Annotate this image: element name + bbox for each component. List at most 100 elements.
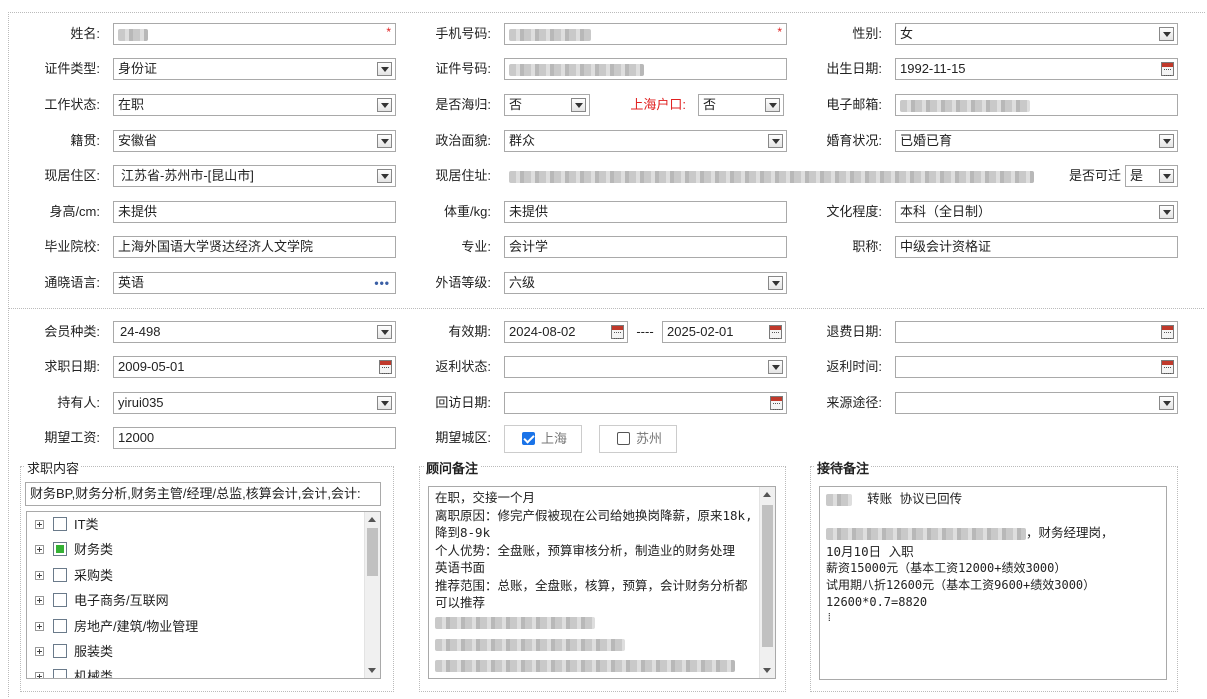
calendar-icon[interactable] [379, 360, 392, 374]
chevron-down-icon[interactable] [768, 276, 783, 290]
email-input[interactable] [895, 94, 1178, 116]
expand-icon[interactable] [35, 596, 44, 606]
holder-select[interactable]: yirui035 [113, 392, 396, 414]
scroll-up-icon[interactable] [763, 492, 771, 497]
tree-item[interactable]: 财务类 [27, 537, 380, 562]
marital-select[interactable]: 已婚已育 [895, 130, 1178, 152]
valid-from-input[interactable]: 2024-08-02 [504, 321, 628, 343]
scroll-thumb[interactable] [762, 505, 773, 647]
tree-item[interactable]: 服装类 [27, 639, 380, 664]
source-select[interactable] [895, 392, 1178, 414]
chevron-down-icon[interactable] [377, 62, 392, 76]
native-select[interactable]: 安徽省 [113, 130, 396, 152]
chevron-down-icon[interactable] [1159, 27, 1174, 41]
member-select[interactable]: 24-498 [113, 321, 396, 343]
calendar-icon[interactable] [611, 325, 624, 339]
chevron-down-icon[interactable] [1159, 396, 1174, 410]
salary-value: 12000 [118, 430, 155, 445]
scroll-up-icon[interactable] [368, 517, 376, 522]
expand-icon[interactable] [35, 570, 44, 580]
calendar-icon[interactable] [770, 396, 783, 410]
required-mark: * [777, 25, 782, 39]
checkbox-partial-icon[interactable] [53, 542, 67, 557]
tree-item[interactable]: 机械类 [27, 664, 380, 678]
work-status-select[interactable]: 在职 [113, 94, 396, 116]
calendar-icon[interactable] [1161, 325, 1174, 339]
checkbox-icon[interactable] [53, 618, 67, 633]
tree-item[interactable]: IT类 [27, 512, 380, 537]
scroll-down-icon[interactable] [368, 668, 376, 673]
name-input[interactable]: * [113, 23, 396, 45]
political-select[interactable]: 群众 [504, 130, 787, 152]
hukou-select[interactable]: 否 [698, 94, 784, 116]
chevron-down-icon[interactable] [377, 134, 392, 148]
tree-item[interactable]: 采购类 [27, 563, 380, 588]
expand-icon[interactable] [35, 646, 44, 656]
chevron-down-icon[interactable] [765, 98, 780, 112]
more-icon[interactable]: ••• [374, 277, 390, 289]
birth-date-input[interactable]: 1992-11-15 [895, 58, 1178, 80]
scroll-down-icon[interactable] [763, 668, 771, 673]
checkbox-icon[interactable] [53, 593, 67, 608]
salary-input[interactable]: 12000 [113, 427, 396, 449]
tree-item[interactable]: 房地产/建筑/物业管理 [27, 614, 380, 639]
visit-date-input[interactable] [504, 392, 787, 414]
move-select[interactable]: 是 [1125, 165, 1178, 187]
refund-date-input[interactable] [895, 321, 1178, 343]
checkbox-icon[interactable] [53, 643, 67, 658]
idno-input[interactable] [504, 58, 787, 80]
name-label: 姓名: [70, 26, 100, 41]
reception-note-textarea[interactable]: 转账 协议已回传 ，财务经理岗， 10月10日 入职 薪资15000元（基本工资… [819, 486, 1167, 680]
school-input[interactable]: 上海外国语大学贤达经济人文学院 [113, 236, 396, 258]
calendar-icon[interactable] [1161, 360, 1174, 374]
chevron-down-icon[interactable] [768, 360, 783, 374]
phone-input[interactable]: * [504, 23, 787, 45]
edu-select[interactable]: 本科（全日制） [895, 201, 1178, 223]
chevron-down-icon[interactable] [377, 169, 392, 183]
title-input[interactable]: 中级会计资格证 [895, 236, 1178, 258]
valid-to-input[interactable]: 2025-02-01 [662, 321, 786, 343]
height-input[interactable]: 未提供 [113, 201, 396, 223]
level-select[interactable]: 六级 [504, 272, 787, 294]
calendar-icon[interactable] [1161, 62, 1174, 76]
checkbox-icon[interactable] [53, 517, 67, 531]
tree-scrollbar[interactable] [364, 512, 380, 678]
salary-label: 期望工资: [44, 430, 100, 445]
city-shanghai-checkbox[interactable]: 上海 [504, 425, 582, 453]
chevron-down-icon[interactable] [377, 98, 392, 112]
advisor-scrollbar[interactable] [759, 487, 775, 678]
chevron-down-icon[interactable] [1159, 205, 1174, 219]
idtype-select[interactable]: 身份证 [113, 58, 396, 80]
advisor-note-textarea[interactable]: 在职，交接一个月 离职原因：修完产假被现在公司给她换岗降薪，原来18k,降到8-9… [428, 486, 776, 679]
lang-value: 英语 [118, 275, 145, 290]
gender-select[interactable]: 女 [895, 23, 1178, 45]
jobdate-input[interactable]: 2009-05-01 [113, 356, 396, 378]
weight-input[interactable]: 未提供 [504, 201, 787, 223]
address-input[interactable] [504, 165, 1052, 187]
calendar-icon[interactable] [769, 325, 782, 339]
expand-icon[interactable] [35, 520, 44, 529]
rebate-time-input[interactable] [895, 356, 1178, 378]
chevron-down-icon[interactable] [377, 325, 392, 339]
checkbox-icon[interactable] [53, 567, 67, 582]
expand-icon[interactable] [35, 621, 44, 631]
expand-icon[interactable] [35, 545, 44, 555]
abroad-select[interactable]: 否 [504, 94, 590, 116]
expand-icon[interactable] [35, 672, 44, 678]
checkbox-icon[interactable] [53, 669, 67, 678]
chevron-down-icon[interactable] [1159, 169, 1174, 183]
rebate-status-select[interactable] [504, 356, 787, 378]
scroll-thumb[interactable] [367, 528, 378, 576]
chevron-down-icon[interactable] [768, 134, 783, 148]
tree-item[interactable]: 电子商务/互联网 [27, 588, 380, 613]
major-input[interactable]: 会计学 [504, 236, 787, 258]
job-intent-selected-input[interactable]: 财务BP,财务分析,财务主管/经理/总监,核算会计,会计,会计: [25, 482, 381, 506]
chevron-down-icon[interactable] [377, 396, 392, 410]
gender-label: 性别: [852, 26, 882, 41]
job-category-tree[interactable]: IT类 财务类 采购类 电子商务/互联网 房地产/建筑/物业管理 服装类 机械类 [26, 511, 381, 679]
chevron-down-icon[interactable] [1159, 134, 1174, 148]
lang-input[interactable]: 英语 ••• [113, 272, 396, 294]
chevron-down-icon[interactable] [571, 98, 586, 112]
area-select[interactable]: 江苏省-苏州市-[昆山市] [113, 165, 396, 187]
city-suzhou-checkbox[interactable]: 苏州 [599, 425, 677, 453]
